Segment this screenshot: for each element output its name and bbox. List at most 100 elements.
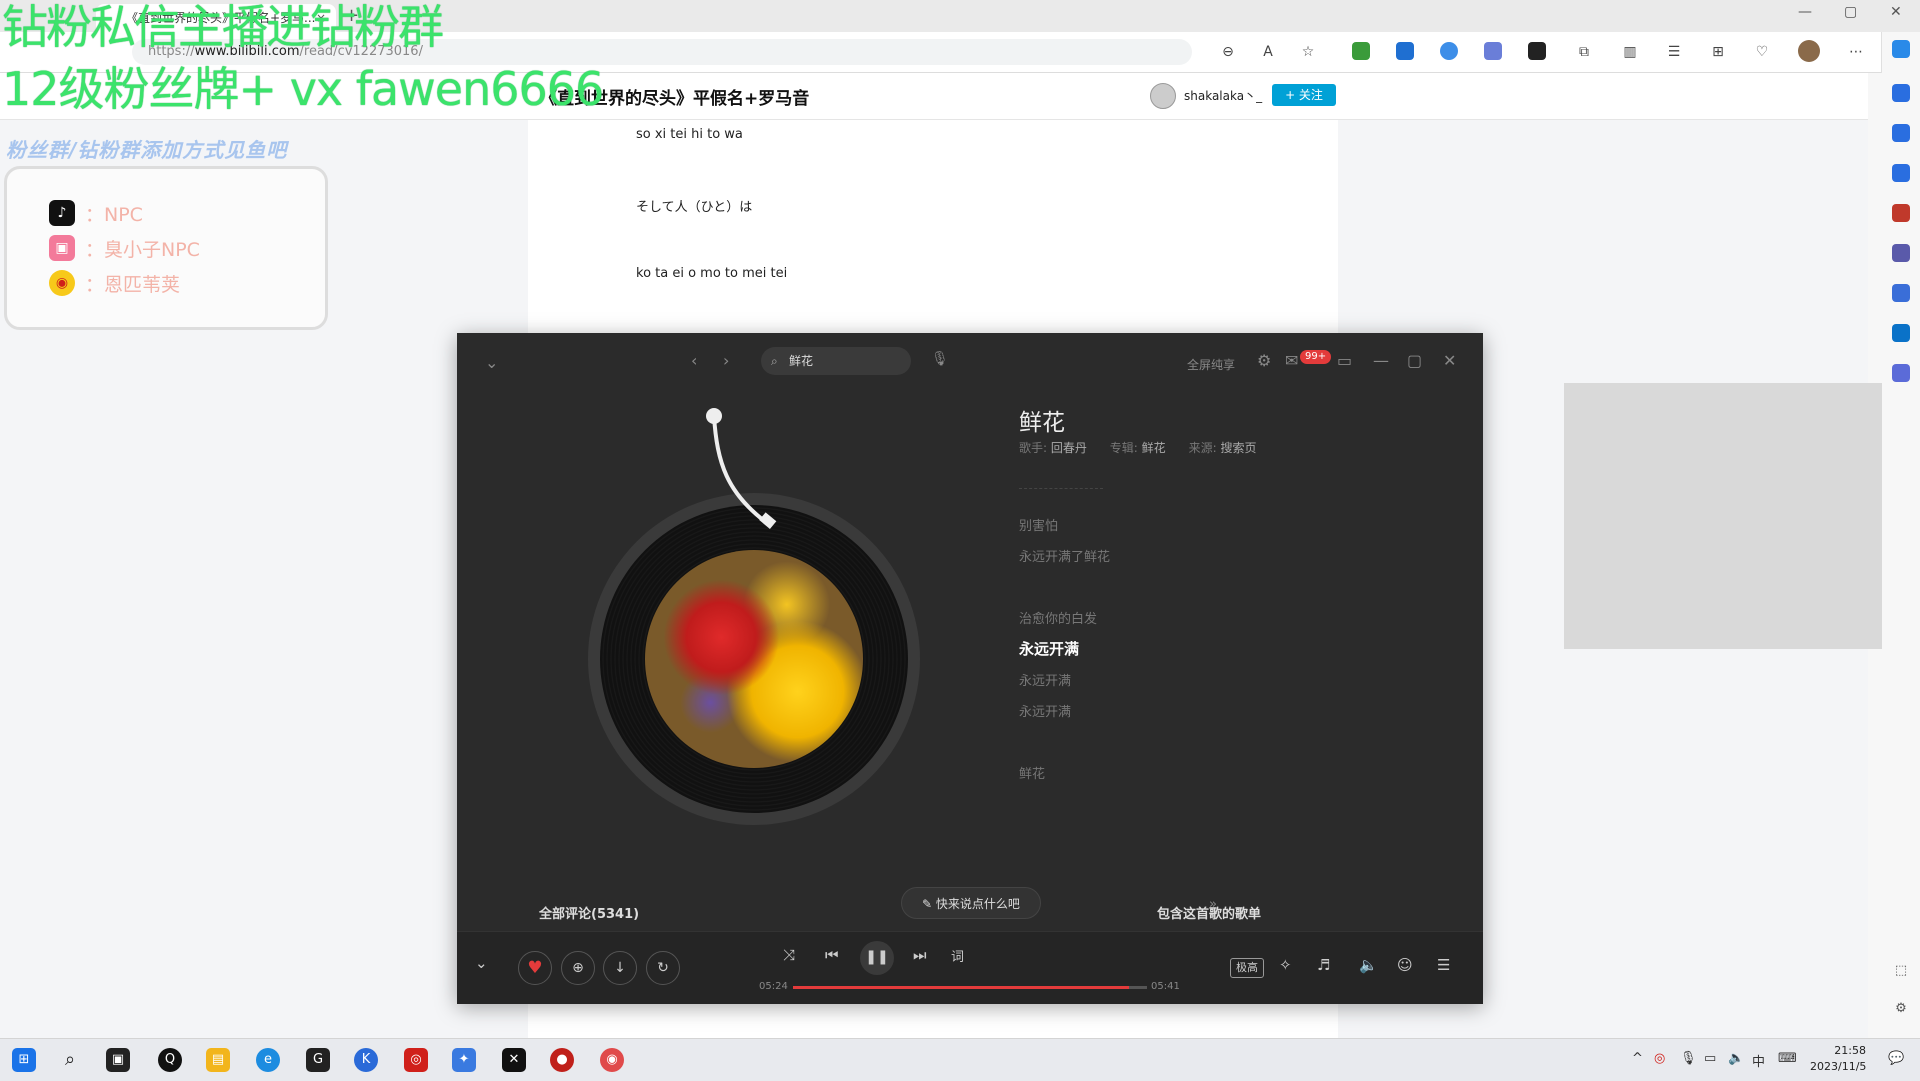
lyric-line: so xi tei hi to wa bbox=[636, 127, 743, 142]
back-icon[interactable]: ‹ bbox=[691, 351, 697, 370]
extension-refresh-icon[interactable] bbox=[1440, 42, 1458, 60]
favorite-star-icon[interactable]: ☆ bbox=[1298, 42, 1318, 62]
close-icon[interactable]: ✕ bbox=[1443, 351, 1456, 370]
share-icon[interactable]: ↻ bbox=[646, 951, 680, 985]
write-comment-button[interactable]: ✎ 快来说点什么吧 bbox=[901, 887, 1041, 919]
tray-volume-icon[interactable]: 🔈 bbox=[1728, 1051, 1744, 1066]
tray-mic-icon[interactable]: 🎙 bbox=[1680, 1051, 1697, 1066]
more-menu-icon[interactable]: ⋯ bbox=[1846, 42, 1866, 62]
mini-mode-icon[interactable]: ▭ bbox=[1337, 351, 1352, 370]
lyric-line[interactable]: 永远开满 bbox=[1019, 670, 1071, 689]
screenshot-icon[interactable]: ⬚ bbox=[1892, 962, 1910, 980]
minimize-button[interactable]: — bbox=[1798, 4, 1812, 20]
office-icon[interactable] bbox=[1892, 284, 1910, 302]
copilot-icon[interactable] bbox=[1892, 40, 1910, 58]
favorites-list-icon[interactable]: ☰ bbox=[1664, 42, 1684, 62]
split-screen-icon[interactable]: ▥ bbox=[1620, 42, 1640, 62]
obs-app-icon[interactable]: ✕ bbox=[502, 1048, 526, 1072]
lyric-line[interactable]: 永远开满 bbox=[1019, 701, 1071, 720]
notification-icon[interactable]: 💬 bbox=[1888, 1051, 1904, 1066]
settings-gear-icon[interactable]: ⚙ bbox=[1892, 1000, 1910, 1018]
outlook-icon[interactable] bbox=[1892, 324, 1910, 342]
tray-ime-indicator[interactable]: 中 bbox=[1752, 1051, 1765, 1070]
task-view-icon[interactable]: ▣ bbox=[106, 1048, 130, 1072]
tray-music-icon[interactable]: ◎ bbox=[1654, 1051, 1665, 1066]
edge-browser-icon[interactable]: e bbox=[256, 1048, 280, 1072]
fullscreen-mode-button[interactable]: 全屏纯享 bbox=[1187, 356, 1235, 373]
performance-icon[interactable]: ♡ bbox=[1752, 42, 1772, 62]
app-red-icon[interactable]: ● bbox=[550, 1048, 574, 1072]
file-explorer-icon[interactable]: ▤ bbox=[206, 1048, 230, 1072]
sound-effect-icon[interactable]: ✧ bbox=[1279, 956, 1292, 974]
progress-bar[interactable] bbox=[793, 986, 1147, 989]
extension-blue-icon[interactable] bbox=[1396, 42, 1414, 60]
listen-together-icon[interactable]: ☺ bbox=[1397, 956, 1413, 974]
collapse-chevron-icon[interactable]: ⌄ bbox=[485, 353, 498, 372]
download-icon[interactable]: ↓ bbox=[603, 951, 637, 985]
designer-icon[interactable] bbox=[1892, 364, 1910, 382]
pause-button[interactable]: ❚❚ bbox=[860, 941, 894, 975]
song-title: 鲜花 bbox=[1019, 410, 1065, 436]
previous-track-icon[interactable]: ⏮ bbox=[825, 946, 839, 964]
forward-icon[interactable]: › bbox=[723, 351, 729, 370]
lyric-line[interactable]: 鲜花 bbox=[1019, 763, 1045, 782]
expand-icon[interactable]: » bbox=[1209, 897, 1217, 912]
lyric-line[interactable]: 别害怕 bbox=[1019, 515, 1058, 534]
start-windows-icon[interactable]: ⊞ bbox=[12, 1048, 36, 1072]
singer-link[interactable]: 回春丹 bbox=[1051, 441, 1087, 455]
app-g-icon[interactable]: G bbox=[306, 1048, 330, 1072]
qq-icon[interactable]: Q bbox=[158, 1048, 182, 1072]
lyrics-toggle-button[interactable]: 词 bbox=[951, 946, 964, 965]
all-comments-link[interactable]: 全部评论(5341) bbox=[539, 903, 639, 922]
settings-gear-icon[interactable]: ⚙ bbox=[1257, 351, 1271, 370]
tag-icon[interactable] bbox=[1892, 164, 1910, 182]
album-link[interactable]: 鲜花 bbox=[1142, 441, 1166, 455]
maximize-icon[interactable]: ▢ bbox=[1407, 351, 1422, 370]
search-input[interactable]: ⌕ 鲜花 bbox=[761, 347, 911, 375]
microphone-icon[interactable]: 🎙 bbox=[931, 351, 949, 367]
profile-avatar[interactable] bbox=[1798, 40, 1820, 62]
app-record-icon[interactable]: ◉ bbox=[600, 1048, 624, 1072]
add-to-playlist-icon[interactable]: ⊕ bbox=[561, 951, 595, 985]
minimize-icon[interactable]: — bbox=[1373, 351, 1389, 370]
bell-icon[interactable] bbox=[1892, 84, 1910, 102]
clock-date: 2023/11/5 bbox=[1810, 1060, 1867, 1073]
vip-listen-icon[interactable]: ♬ bbox=[1317, 956, 1330, 974]
playlist-queue-icon[interactable]: ☰ bbox=[1437, 956, 1450, 974]
tray-clock[interactable]: 21:58 2023/11/5 bbox=[1810, 1043, 1866, 1075]
tray-keyboard-icon[interactable]: ⌨ bbox=[1778, 1051, 1797, 1066]
next-track-icon[interactable]: ⏭ bbox=[913, 946, 927, 964]
collapse-chevron-icon[interactable]: ⌄ bbox=[475, 954, 488, 972]
like-heart-icon[interactable]: ♥ bbox=[518, 951, 552, 985]
kugou-icon[interactable]: K bbox=[354, 1048, 378, 1072]
collections-icon[interactable]: ⊞ bbox=[1708, 42, 1728, 62]
extension-star-icon[interactable] bbox=[1484, 42, 1502, 60]
lyric-line: そして人（ひと）は bbox=[636, 200, 753, 215]
search-icon[interactable] bbox=[1892, 124, 1910, 142]
read-aloud-icon[interactable]: A bbox=[1258, 42, 1278, 62]
lyric-line[interactable]: 永远开满了鲜花 bbox=[1019, 546, 1110, 565]
quality-button[interactable]: 极高 bbox=[1230, 958, 1264, 978]
games-icon[interactable] bbox=[1892, 244, 1910, 262]
volume-icon[interactable]: 🔈 bbox=[1359, 956, 1378, 974]
zoom-out-icon[interactable]: ⊖ bbox=[1218, 42, 1238, 62]
follow-button[interactable]: + 关注 bbox=[1272, 84, 1336, 106]
close-button[interactable]: ✕ bbox=[1890, 4, 1902, 20]
author-avatar[interactable] bbox=[1150, 83, 1176, 109]
app-feather-icon[interactable]: ✦ bbox=[452, 1048, 476, 1072]
maximize-button[interactable]: ▢ bbox=[1844, 4, 1857, 20]
netease-music-icon[interactable]: ◎ bbox=[404, 1048, 428, 1072]
source-link[interactable]: 搜索页 bbox=[1220, 441, 1256, 455]
search-icon[interactable]: ⌕ bbox=[58, 1048, 82, 1072]
shuffle-icon[interactable]: ⤨ bbox=[783, 946, 795, 964]
lyric-line-current[interactable]: 永远开满 bbox=[1019, 638, 1079, 659]
extensions-puzzle-icon[interactable]: ⧉ bbox=[1574, 42, 1594, 62]
toolbox-icon[interactable] bbox=[1892, 204, 1910, 222]
extension-dark-icon[interactable] bbox=[1528, 42, 1546, 60]
mail-icon[interactable]: ✉ bbox=[1285, 351, 1298, 370]
lyric-line[interactable]: 治愈你的白发 bbox=[1019, 608, 1097, 627]
author-name[interactable]: shakalaka丶_ bbox=[1184, 87, 1262, 104]
tray-chevron-icon[interactable]: ^ bbox=[1632, 1051, 1643, 1066]
tray-network-icon[interactable]: ▭ bbox=[1704, 1051, 1716, 1066]
extension-globe-icon[interactable] bbox=[1352, 42, 1370, 60]
